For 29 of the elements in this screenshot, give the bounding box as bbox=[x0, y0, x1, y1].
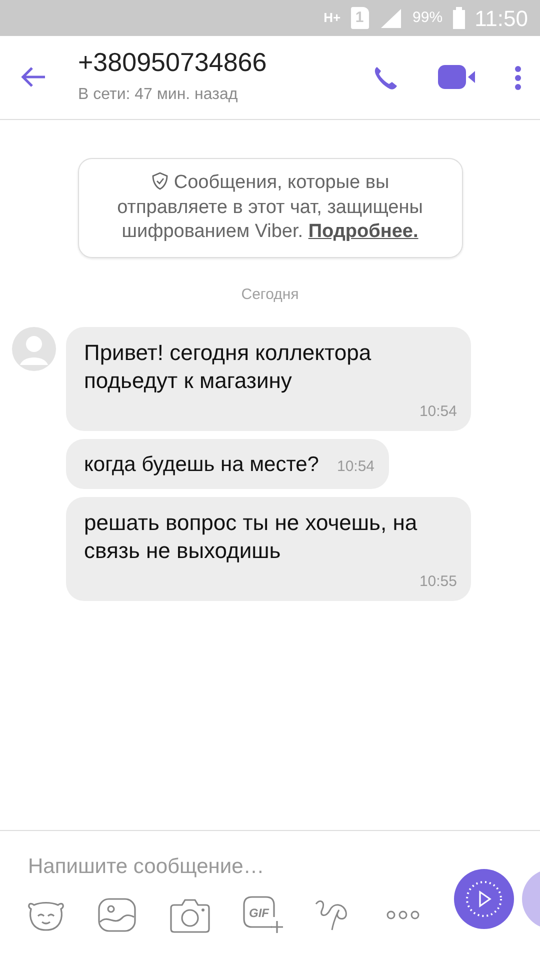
shield-icon bbox=[150, 172, 169, 190]
message-text: Привет! сегодня коллектора подьедут к магазину bbox=[84, 338, 372, 396]
message-input[interactable]: Напишите сообщение… bbox=[0, 831, 420, 890]
video-camera-icon bbox=[438, 65, 476, 90]
last-seen: В сети: 47 мин. назад bbox=[78, 84, 239, 105]
message-text: когда будешь на месте? bbox=[84, 452, 319, 478]
signal-icon bbox=[378, 7, 403, 29]
phone-icon bbox=[372, 64, 398, 90]
message-time: 10:54 bbox=[336, 457, 375, 477]
gif-button[interactable]: GIF bbox=[242, 890, 314, 938]
more-icon bbox=[514, 64, 522, 90]
contact-name: +380950734866 bbox=[78, 48, 268, 77]
back-button[interactable] bbox=[20, 66, 46, 90]
play-icon bbox=[464, 879, 504, 919]
message-text: решать вопрос ты не хочешь, на связь не выходишь bbox=[84, 508, 418, 566]
menu-button[interactable] bbox=[514, 64, 522, 90]
doodle-icon bbox=[314, 898, 350, 932]
call-button[interactable] bbox=[372, 64, 398, 90]
video-call-button[interactable] bbox=[438, 65, 476, 90]
dots-icon bbox=[386, 910, 420, 920]
camera-icon bbox=[170, 896, 210, 932]
message-time: 10:55 bbox=[418, 572, 457, 592]
image-icon bbox=[98, 898, 136, 932]
date-divider: Сегодня bbox=[240, 285, 300, 306]
battery-icon bbox=[452, 7, 465, 29]
notice-text: Сообщения, которые вы отправляете в этот чат, защищены шифрованием Viber. Подробнее. bbox=[116, 171, 424, 244]
message-time: 10:54 bbox=[418, 402, 457, 422]
back-icon bbox=[20, 66, 46, 88]
more-link[interactable]: Подробнее. bbox=[308, 221, 418, 242]
